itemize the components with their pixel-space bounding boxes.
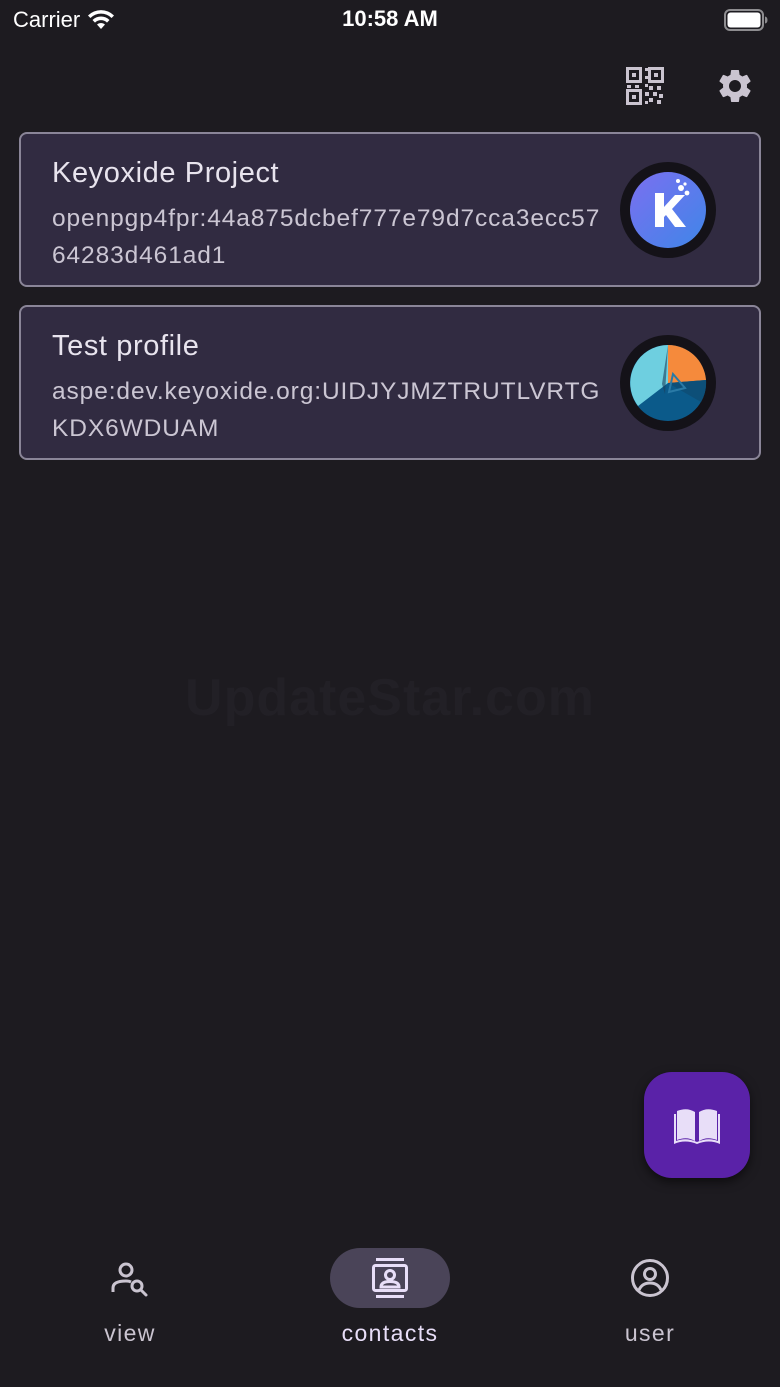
contact-name: Test profile	[52, 330, 200, 362]
contact-identifier: aspe:dev.keyoxide.org:UIDJYJMZTRUTLVRTGK…	[52, 378, 601, 442]
nav-label: view	[104, 1320, 156, 1346]
battery-icon	[724, 9, 768, 31]
contact-identifier: openpgp4fpr:44a875dcbef777e79d7cca3ecc57…	[52, 205, 601, 269]
nav-indicator	[330, 1248, 450, 1308]
contact-name: Keyoxide Project	[52, 157, 280, 189]
watermark: UpdateStar.com	[185, 669, 595, 727]
status-bar: Carrier 10:58 AM	[0, 0, 780, 40]
docs-fab-button[interactable]	[644, 1072, 750, 1178]
contact-card[interactable]: Test profile aspe:dev.keyoxide.org:UIDJY…	[19, 305, 761, 460]
account-circle-icon	[631, 1259, 669, 1297]
keyoxide-logo	[630, 172, 706, 248]
status-time: 10:58 AM	[342, 6, 438, 31]
settings-button[interactable]	[707, 58, 763, 114]
nav-indicator	[590, 1248, 710, 1308]
top-app-bar	[0, 58, 780, 114]
contact-card[interactable]: Keyoxide Project openpgp4fpr:44a875dcbef…	[19, 132, 761, 287]
nav-indicator	[70, 1248, 190, 1308]
nav-label: user	[624, 1320, 676, 1346]
settings-gear-icon	[719, 69, 751, 102]
person-search-icon	[111, 1262, 148, 1297]
bottom-navigation: view contacts user	[0, 1234, 780, 1387]
geometric-pie-avatar	[630, 344, 707, 421]
qr-code-scan-icon	[626, 67, 664, 105]
qr-scan-button[interactable]	[617, 58, 673, 114]
avatar	[620, 162, 716, 258]
nav-item-user[interactable]: user	[520, 1234, 780, 1354]
avatar	[620, 335, 716, 431]
contact-card-icon	[372, 1258, 408, 1298]
nav-item-view[interactable]: view	[0, 1234, 260, 1354]
open-book-icon	[674, 1109, 720, 1144]
nav-label: contacts	[341, 1320, 439, 1346]
nav-item-contacts[interactable]: contacts	[260, 1234, 520, 1354]
